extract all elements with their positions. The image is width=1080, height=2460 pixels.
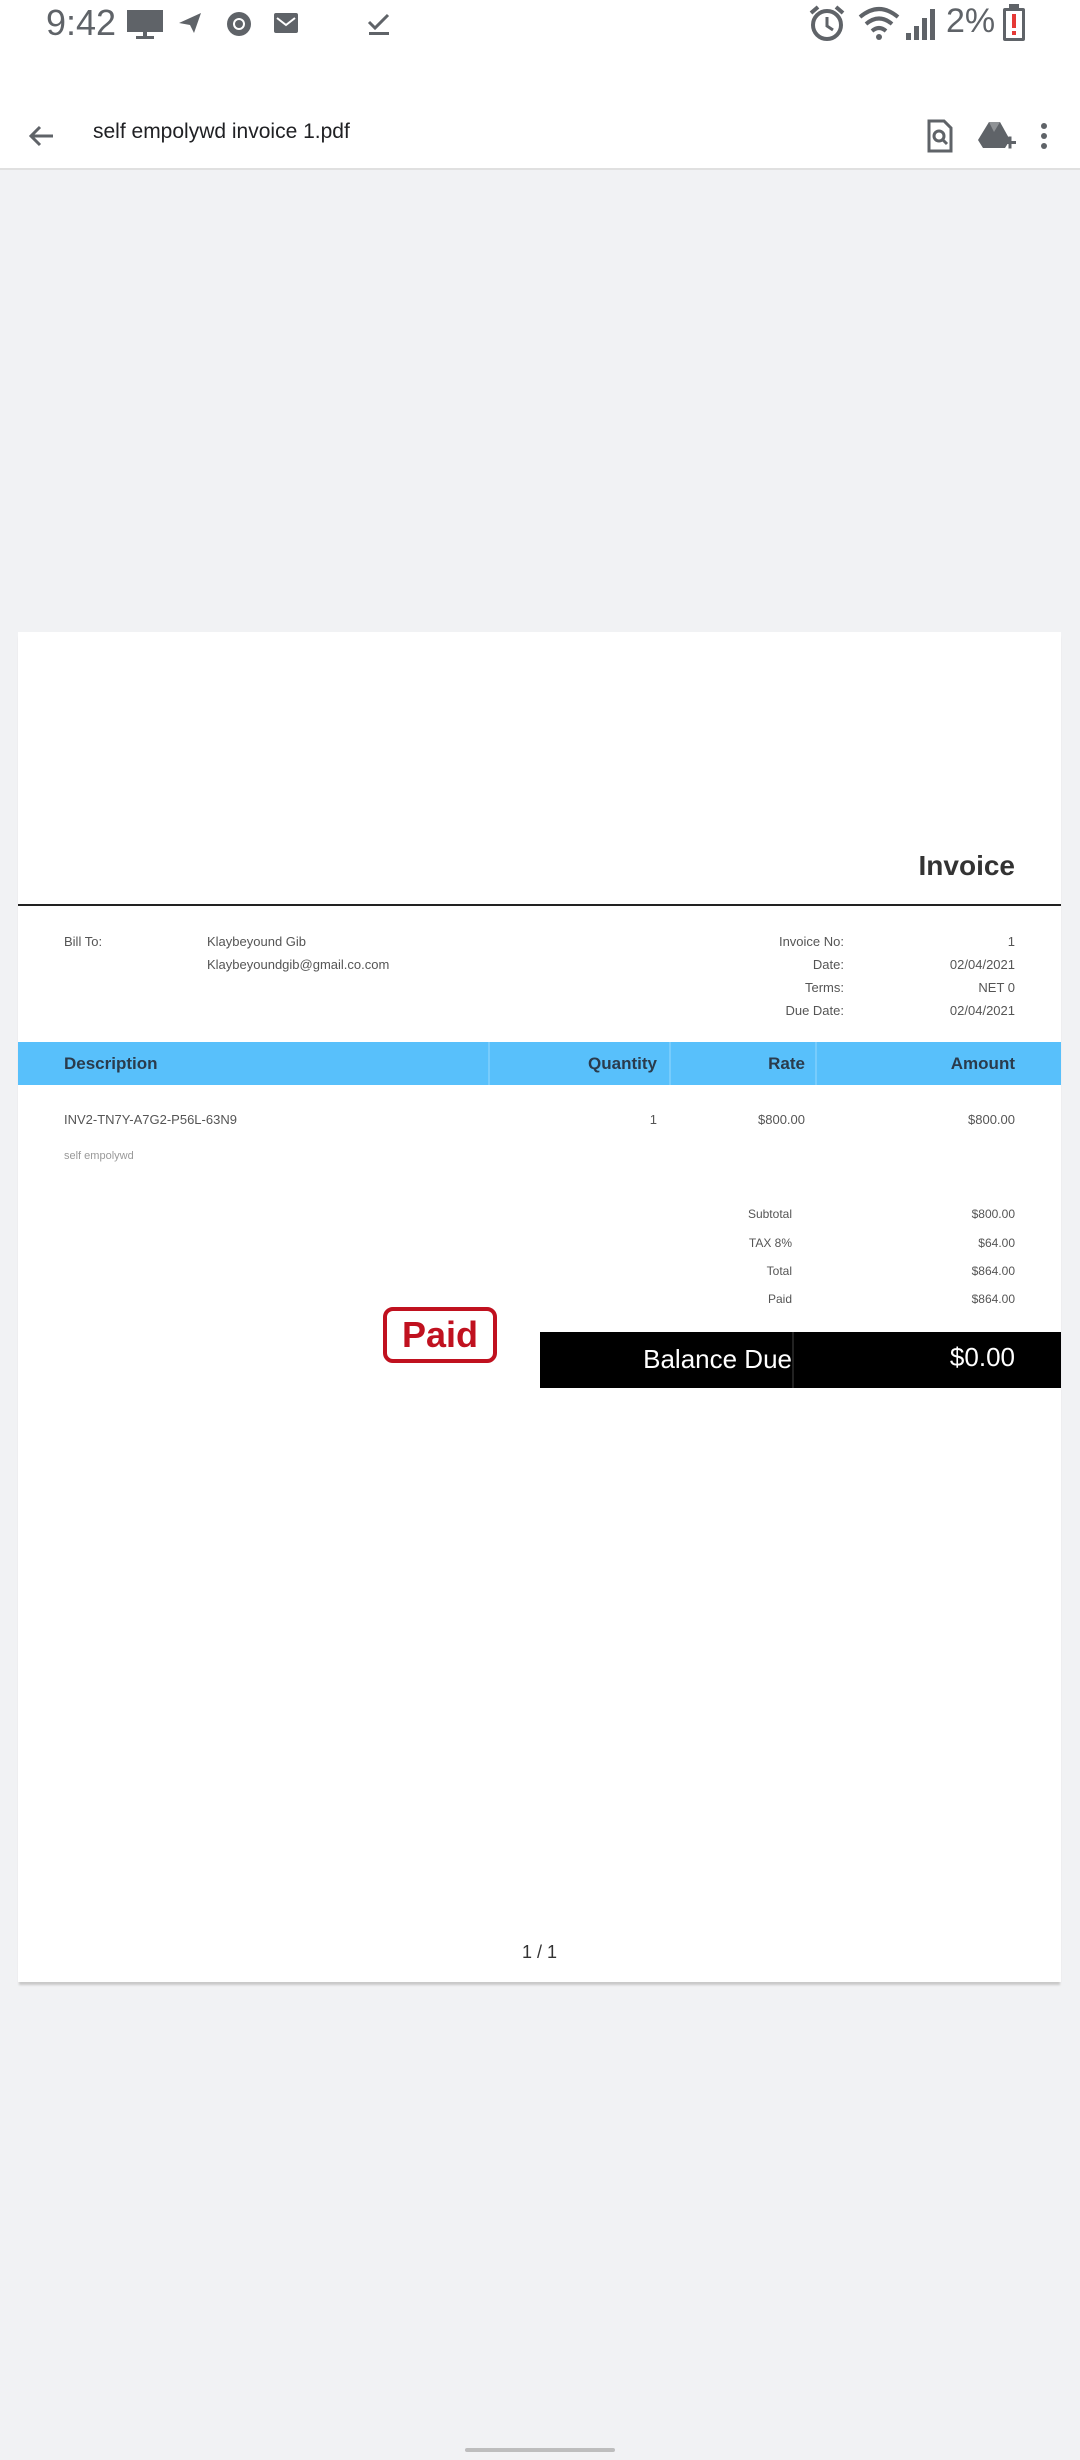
monitor-icon: [127, 10, 163, 39]
subtotal-label: Subtotal: [747, 1207, 792, 1221]
status-time: 9:42: [46, 2, 117, 43]
bill-to-email: Klaybeyoundgib@gmail.co.com: [207, 957, 390, 972]
balance-due-label: Balance Due: [643, 1344, 792, 1374]
check-icon: [367, 13, 390, 35]
send-icon: [179, 13, 201, 33]
column-divider: [488, 1042, 490, 1085]
col-amount: Amount: [950, 1054, 1015, 1073]
row-rate: $800.00: [758, 1112, 805, 1127]
balance-divider: [792, 1332, 794, 1388]
date-label: Date:: [812, 957, 844, 972]
items-table-header: Description Quantity Rate Amount: [18, 1042, 1061, 1085]
add-to-drive-icon[interactable]: [974, 114, 1018, 158]
status-bar: 9:42 2%: [0, 0, 1080, 52]
paid-label: Paid: [767, 1292, 792, 1306]
column-divider: [669, 1042, 671, 1085]
col-quantity: Quantity: [588, 1054, 657, 1073]
header-rule: [18, 904, 1061, 906]
tax-value: $64.00: [978, 1236, 1015, 1250]
balance-due-bar: Balance Due $0.00: [540, 1332, 1061, 1388]
total-label: Total: [766, 1264, 792, 1278]
app-bar: self empolywd invoice 1.pdf: [0, 52, 1080, 170]
pdf-viewer[interactable]: Invoice Bill To: Klaybeyound Gib Klaybey…: [0, 172, 1080, 2460]
bill-to-label: Bill To:: [64, 934, 103, 949]
search-document-icon[interactable]: [918, 114, 962, 158]
row-amount: $800.00: [968, 1112, 1015, 1127]
total-value: $864.00: [971, 1264, 1015, 1278]
page-indicator: 1 / 1: [521, 1942, 558, 1962]
document-title: self empolywd invoice 1.pdf: [93, 120, 350, 143]
row-note: self empolywd: [64, 1150, 134, 1162]
balance-due-value: $0.00: [949, 1342, 1015, 1372]
signal-icon: [906, 9, 935, 40]
row-quantity: 1: [649, 1112, 657, 1127]
invoice-no-value: 1: [1007, 934, 1015, 949]
col-description: Description: [64, 1054, 158, 1073]
paid-value: $864.00: [971, 1292, 1015, 1306]
tax-label: TAX 8%: [748, 1236, 792, 1250]
bill-to-name: Klaybeyound Gib: [207, 934, 307, 949]
invoice-no-label: Invoice No:: [778, 934, 844, 949]
invoice-heading: Invoice: [918, 850, 1015, 881]
date-value: 02/04/2021: [949, 957, 1015, 972]
chrome-icon: [227, 12, 251, 36]
battery-alert-icon: [1003, 4, 1025, 41]
due-date-value: 02/04/2021: [949, 1003, 1015, 1018]
more-vert-icon[interactable]: [1024, 114, 1064, 158]
terms-label: Terms:: [805, 980, 844, 995]
terms-value: NET 0: [978, 980, 1015, 995]
subtotal-value: $800.00: [971, 1207, 1015, 1221]
wifi-icon: [858, 7, 900, 40]
col-rate: Rate: [768, 1054, 805, 1073]
due-date-label: Due Date:: [785, 1003, 844, 1018]
pdf-page[interactable]: Invoice Bill To: Klaybeyound Gib Klaybey…: [18, 632, 1061, 1982]
battery-percent: 2%: [946, 2, 996, 40]
row-description: INV2-TN7Y-A7G2-P56L-63N9: [64, 1112, 237, 1127]
back-arrow-icon[interactable]: [20, 114, 64, 158]
mail-icon: [274, 13, 298, 33]
alarm-icon: [809, 5, 845, 41]
home-indicator[interactable]: [465, 2448, 615, 2452]
column-divider: [815, 1042, 817, 1085]
paid-stamp: Paid: [383, 1307, 497, 1363]
